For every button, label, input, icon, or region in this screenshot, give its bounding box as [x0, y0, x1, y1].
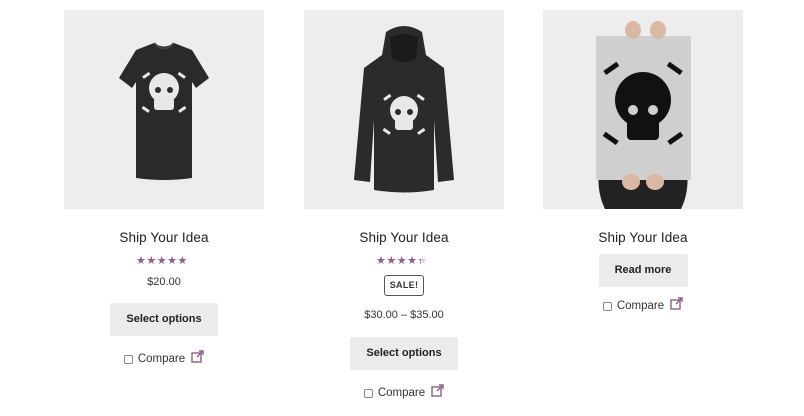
star-rating: ★★★★★ ★★★★★: [376, 255, 432, 266]
product-card: Ship Your Idea ★★★★★ ★★★★★ $20.00 Select…: [64, 10, 264, 367]
product-card: Ship Your Idea Read more Compare: [543, 10, 743, 314]
select-options-button[interactable]: Select options: [350, 337, 458, 370]
compare-label: Compare: [616, 300, 665, 312]
star-rating-filled: ★★★★★: [136, 255, 187, 266]
product-title[interactable]: Ship Your Idea: [119, 230, 208, 246]
product-price: $20.00: [147, 276, 181, 288]
compare-toggle[interactable]: Compare: [363, 384, 444, 401]
external-link-icon[interactable]: [670, 297, 683, 310]
product-image-tshirt[interactable]: [64, 10, 264, 209]
product-title[interactable]: Ship Your Idea: [598, 230, 687, 246]
product-price: $30.00 – $35.00: [364, 309, 444, 321]
compare-toggle[interactable]: Compare: [602, 297, 683, 314]
external-link-icon[interactable]: [431, 384, 444, 397]
select-options-button[interactable]: Select options: [110, 303, 218, 336]
product-title[interactable]: Ship Your Idea: [359, 230, 448, 246]
compare-checkbox[interactable]: [123, 354, 133, 364]
compare-toggle[interactable]: Compare: [123, 350, 204, 367]
external-link-icon[interactable]: [191, 350, 204, 363]
read-more-button[interactable]: Read more: [598, 254, 688, 287]
sale-badge: SALE!: [383, 275, 425, 296]
compare-label: Compare: [377, 387, 426, 399]
star-rating: ★★★★★ ★★★★★: [136, 255, 192, 266]
product-card: Ship Your Idea ★★★★★ ★★★★★ SALE! $30.00 …: [304, 10, 504, 401]
product-image-hoodie[interactable]: [304, 10, 504, 209]
compare-checkbox[interactable]: [363, 388, 373, 398]
product-image-poster[interactable]: [543, 10, 743, 209]
star-rating-filled: ★★★★★: [376, 255, 421, 266]
compare-label: Compare: [137, 353, 186, 365]
compare-checkbox[interactable]: [602, 301, 612, 311]
